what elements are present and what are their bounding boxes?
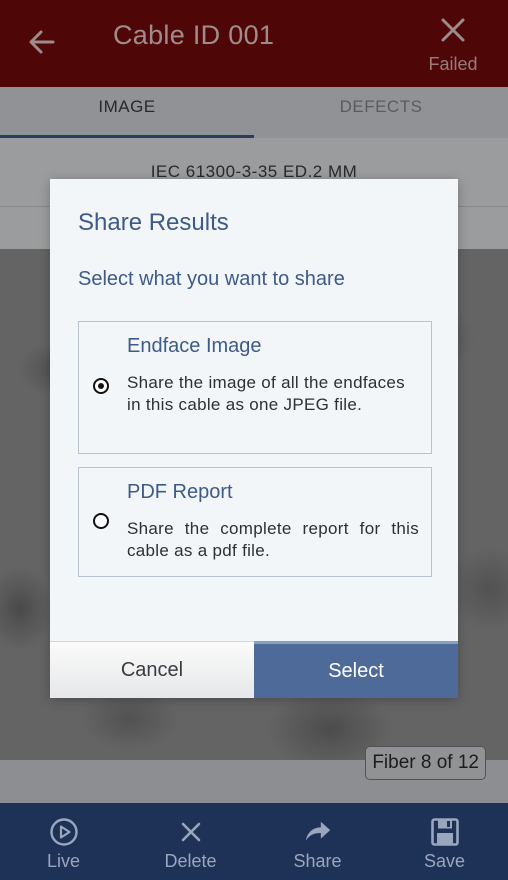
save-button[interactable]: Save <box>381 803 508 880</box>
live-button[interactable]: Live <box>0 803 127 880</box>
option-description: Share the image of all the endfaces in t… <box>127 373 405 414</box>
share-label: Share <box>293 851 342 871</box>
share-results-dialog: Share Results Select what you want to sh… <box>50 179 458 698</box>
option-description: Share the complete report for this cable… <box>127 519 419 560</box>
play-circle-icon <box>49 817 79 847</box>
radio-pdf-report[interactable] <box>93 513 109 529</box>
close-icon <box>176 817 206 847</box>
delete-label: Delete <box>164 851 217 871</box>
delete-button[interactable]: Delete <box>127 803 254 880</box>
radio-endface-image[interactable] <box>93 378 109 394</box>
bottom-toolbar: Live Delete Share Save <box>0 803 508 880</box>
option-endface-image[interactable]: Endface Image Share the image of all the… <box>78 321 432 454</box>
dialog-subtitle: Select what you want to share <box>78 268 345 290</box>
live-label: Live <box>46 851 81 871</box>
dialog-buttons: Cancel Select <box>50 641 458 698</box>
option-pdf-report[interactable]: PDF Report Share the complete report for… <box>78 467 432 577</box>
cancel-button[interactable]: Cancel <box>50 641 254 698</box>
save-disk-icon <box>430 817 460 847</box>
option-title: PDF Report <box>127 481 233 503</box>
select-button[interactable]: Select <box>254 641 458 698</box>
share-button[interactable]: Share <box>254 803 381 880</box>
option-title: Endface Image <box>127 335 262 357</box>
save-label: Save <box>423 851 466 871</box>
share-arrow-icon <box>303 817 333 847</box>
dialog-title: Share Results <box>78 209 229 236</box>
